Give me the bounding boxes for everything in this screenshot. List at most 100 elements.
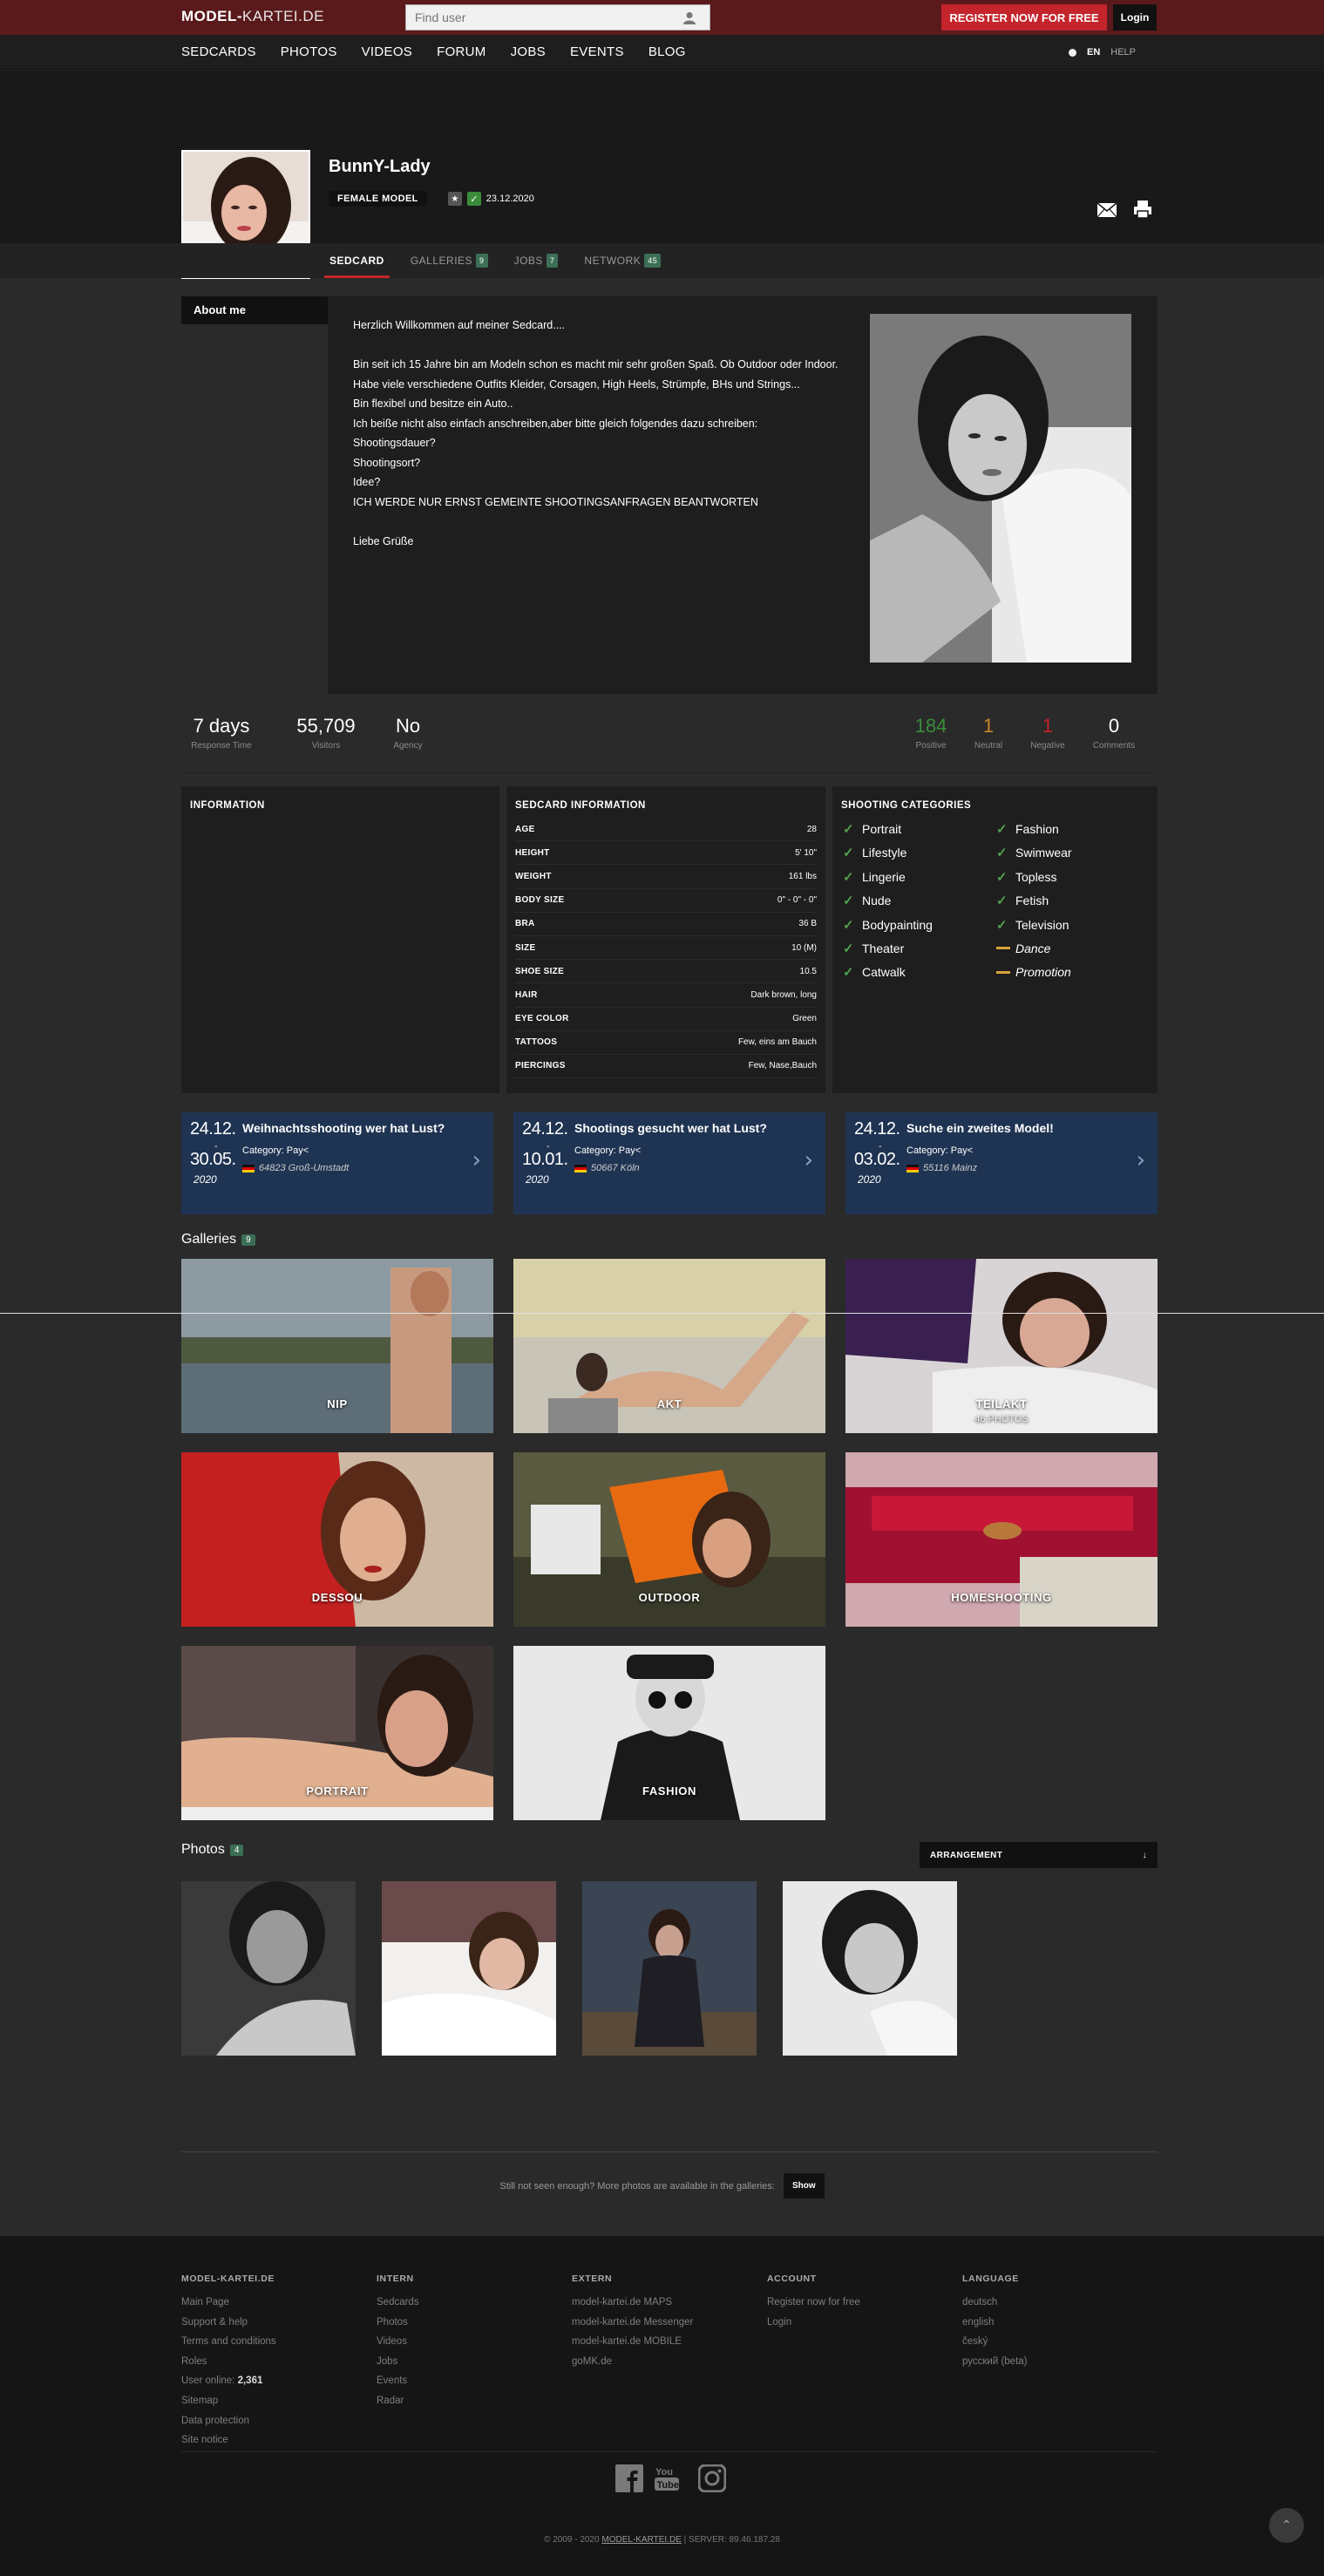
chevron-right-icon[interactable]: ›	[1137, 1147, 1145, 1173]
instagram-icon[interactable]	[697, 2464, 727, 2493]
theme-toggle-icon[interactable]	[1069, 48, 1076, 57]
footer-link[interactable]: Register now for free	[767, 2293, 860, 2313]
tab-network[interactable]: NETWORK 45	[584, 243, 662, 278]
stat-comments[interactable]: 0 Comments	[1088, 715, 1140, 751]
footer-link[interactable]: goMK.de	[572, 2352, 693, 2372]
footer-link[interactable]: deutsch	[962, 2293, 1028, 2313]
nav-item-videos[interactable]: VIDEOS	[362, 35, 412, 70]
photo-thumb[interactable]	[783, 1881, 957, 2056]
register-button[interactable]: REGISTER NOW FOR FREE	[941, 4, 1107, 31]
footer-link[interactable]: Sedcards	[377, 2293, 419, 2313]
category-label: Swimwear	[1015, 846, 1072, 860]
nav-item-sedcards[interactable]: SEDCARDS	[181, 35, 256, 70]
footer-link[interactable]: Jobs	[377, 2352, 419, 2372]
footer-link[interactable]: русский (beta)	[962, 2352, 1028, 2372]
footer-link[interactable]: Terms and conditions	[181, 2332, 276, 2352]
shooting-category: ✓ Portrait	[843, 821, 996, 837]
help-link[interactable]: HELP	[1110, 47, 1136, 58]
gallery-tile[interactable]: PORTRAIT	[181, 1646, 493, 1820]
gallery-name: FASHION	[642, 1784, 696, 1798]
footer-link[interactable]: Login	[767, 2313, 860, 2333]
job-year: 2020	[858, 1173, 881, 1186]
footer-link[interactable]: Support & help	[181, 2313, 276, 2333]
photo-thumb[interactable]	[582, 1881, 757, 2056]
photo-thumb[interactable]	[181, 1881, 356, 2056]
gallery-tile[interactable]: DESSOU	[181, 1452, 493, 1627]
job-location: 55116 Mainz	[906, 1163, 977, 1173]
arrangement-dropdown[interactable]: ARRANGEMENT ↓	[920, 1842, 1158, 1868]
logo-rest: KARTEI.DE	[242, 8, 324, 24]
footer-link[interactable]: Events	[377, 2371, 419, 2391]
job-card[interactable]: 24.12. - 03.02. 2020 Suche ein zweites M…	[845, 1112, 1158, 1214]
footer-link[interactable]: model-kartei.de Messenger	[572, 2313, 693, 2333]
stat-neutral[interactable]: 1 Neutral	[962, 715, 1015, 751]
mail-icon[interactable]	[1097, 202, 1117, 218]
sedcard-row-value: Green	[792, 1014, 817, 1024]
search-input[interactable]	[406, 5, 676, 30]
footer-link[interactable]: model-kartei.de MOBILE	[572, 2332, 693, 2352]
profile-tags: FEMALE MODEL ★ ✓ 23.12.2020	[329, 190, 534, 207]
tab-galleries[interactable]: GALLERIES 9	[411, 243, 488, 278]
footer-link[interactable]: český	[962, 2332, 1028, 2352]
stat-positive[interactable]: 184 Positive	[905, 715, 957, 751]
footer-link[interactable]: Roles	[181, 2352, 276, 2372]
gallery-tile[interactable]: HOMESHOOTING	[845, 1452, 1158, 1627]
copyright-link[interactable]: MODEL-KARTEI.DE	[601, 2535, 682, 2545]
svg-text:You: You	[655, 2467, 673, 2477]
count-badge: 4	[229, 1844, 244, 1856]
sedcard-row-key: PIERCINGS	[515, 1061, 566, 1071]
footer-link[interactable]: model-kartei.de MAPS	[572, 2293, 693, 2313]
nav-item-forum[interactable]: FORUM	[437, 35, 486, 70]
arrangement-label: ARRANGEMENT	[930, 1850, 1003, 1860]
chevron-right-icon[interactable]: ›	[472, 1147, 481, 1173]
nav-item-events[interactable]: EVENTS	[570, 35, 624, 70]
gallery-tile[interactable]: TEILAKT 46 PHOTOS	[845, 1259, 1158, 1433]
about-photo[interactable]	[870, 314, 1131, 663]
sedcard-row-value: 10.5	[799, 966, 817, 976]
gallery-tile[interactable]: OUTDOOR	[513, 1452, 825, 1627]
chevron-right-icon[interactable]: ›	[805, 1147, 813, 1173]
gallery-tile[interactable]: NIP	[181, 1259, 493, 1433]
login-button[interactable]: Login	[1113, 4, 1157, 31]
shooting-category: ✓ Lifestyle	[843, 845, 996, 860]
tab-count-badge: 45	[644, 254, 662, 268]
stats-divider	[181, 772, 1158, 773]
about-sidebar	[181, 324, 328, 694]
nav-item-jobs[interactable]: JOBS	[511, 35, 546, 70]
shooting-category: ✓ Catwalk	[843, 964, 996, 980]
information-panel: INFORMATION	[181, 786, 499, 1093]
gallery-tile[interactable]: FASHION	[513, 1646, 825, 1820]
youtube-icon[interactable]: You Tube	[653, 2464, 681, 2492]
site-logo[interactable]: MODEL-KARTEI.DE	[181, 8, 324, 25]
footer-link[interactable]: Sitemap	[181, 2391, 276, 2411]
stat-negative[interactable]: 1 Negative	[1022, 715, 1074, 751]
job-card[interactable]: 24.12. - 30.05. 2020 Weihnachtsshooting …	[181, 1112, 493, 1214]
show-button[interactable]: Show	[783, 2173, 825, 2199]
footer-link[interactable]: Main Page	[181, 2293, 276, 2313]
stat-visitors: 55,709 Visitors	[286, 715, 366, 751]
scroll-to-top-button[interactable]: ⌃	[1269, 2508, 1304, 2543]
footer-link[interactable]: Radar	[377, 2391, 419, 2411]
tab-sedcard[interactable]: SEDCARD	[324, 243, 390, 278]
footer-link[interactable]: english	[962, 2313, 1028, 2333]
print-icon[interactable]	[1133, 200, 1152, 219]
gallery-tile[interactable]: AKT	[513, 1259, 825, 1433]
job-start-date: 24.12.	[854, 1119, 900, 1138]
stat-value: 1	[1042, 715, 1054, 737]
sedcard-row-key: SIZE	[515, 942, 536, 953]
footer-heading: MODEL-KARTEI.DE	[181, 2274, 275, 2284]
nav-item-blog[interactable]: BLOG	[648, 35, 686, 70]
footer-link[interactable]: Data protection	[181, 2411, 276, 2431]
facebook-icon[interactable]	[615, 2464, 643, 2492]
footer-link[interactable]: Photos	[377, 2313, 419, 2333]
photo-thumb[interactable]	[382, 1881, 556, 2056]
job-card[interactable]: 24.12. - 10.01. 2020 Shootings gesucht w…	[513, 1112, 825, 1214]
user-icon[interactable]	[676, 5, 703, 30]
language-switch[interactable]: EN	[1087, 47, 1100, 58]
footer-link[interactable]: Site notice	[181, 2430, 276, 2450]
nav-item-photos[interactable]: PHOTOS	[281, 35, 337, 70]
footer-col-language: LANGUAGE deutsch english český русский (…	[962, 2274, 1028, 2371]
tab-jobs[interactable]: JOBS 7	[514, 243, 559, 278]
stat-label: Neutral	[974, 741, 1003, 751]
footer-link[interactable]: Videos	[377, 2332, 419, 2352]
